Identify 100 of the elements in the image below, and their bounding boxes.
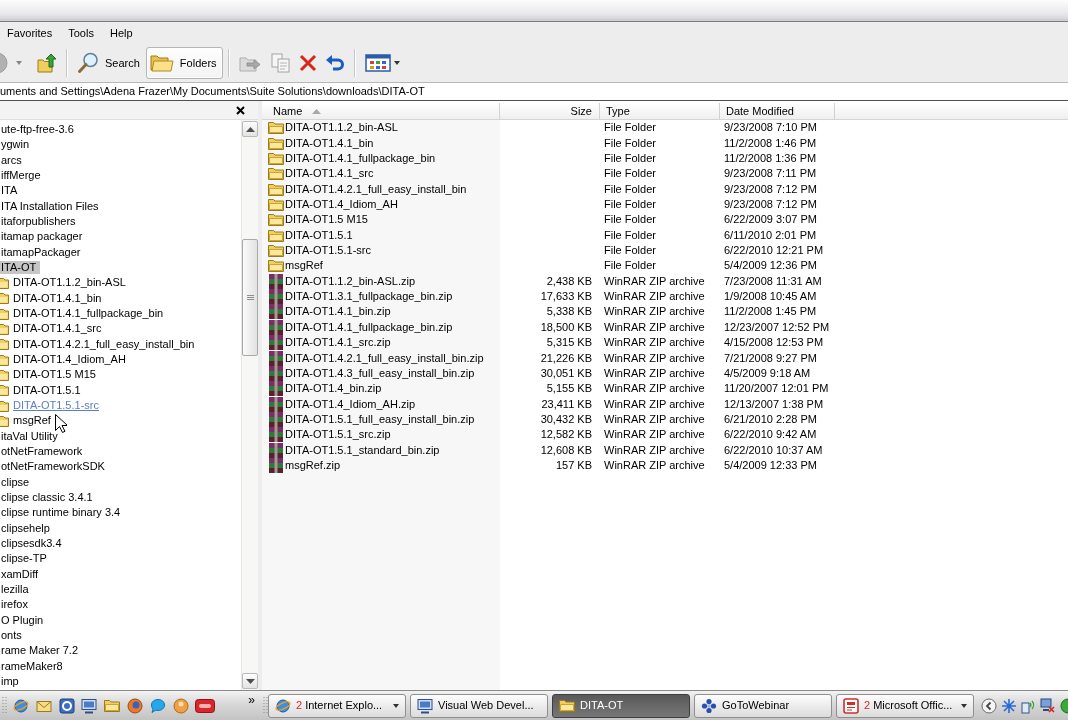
file-name[interactable]: DITA-OT1.4.1_bin.zip [285, 305, 391, 319]
file-name[interactable]: DITA-OT1.4_Idiom_AH.zip [285, 397, 415, 411]
up-arrow-icon [245, 126, 255, 132]
tree-item[interactable]: clipsehelp [0, 521, 51, 535]
tree-item[interactable]: DITA-OT1.4.1_fullpackage_bin [12, 307, 165, 321]
column-header[interactable]: Date Modified [720, 103, 835, 119]
file-name[interactable]: msgRef.zip [285, 459, 341, 473]
address-field[interactable]: uments and Settings\Adena Frazer\My Documents\Suite Solutions\downloads\DITA-OT [0, 82, 1068, 101]
file-name[interactable]: DITA-OT1.4.1_fullpackage_bin [285, 151, 436, 165]
folders-button[interactable]: Folders [145, 47, 223, 79]
quick-launch-overflow-button[interactable]: » [246, 694, 257, 707]
scrollbar-thumb[interactable] [242, 239, 258, 356]
tree-item[interactable]: rameMaker8 [0, 659, 64, 673]
tree-item[interactable]: rame Maker 7.2 [0, 644, 80, 658]
scroll-down-button[interactable] [242, 673, 258, 689]
tree-item[interactable]: ygwin [0, 138, 31, 152]
taskbar-button[interactable]: GoToWebinar [694, 693, 832, 718]
tree-item[interactable]: clipse-TP [0, 552, 48, 566]
file-name[interactable]: DITA-OT1.5.1_full_easy_install_bin.zip [285, 413, 475, 426]
tree-item[interactable]: DITA-OT1.4_Idiom_AH [12, 353, 127, 367]
tree-item[interactable]: otNetFramework [0, 445, 84, 459]
file-name[interactable]: DITA-OT1.4.2.1_full_easy_install_bin [285, 182, 467, 196]
menu-item[interactable]: Favorites [2, 24, 58, 42]
tree-item[interactable]: clipse [0, 475, 31, 489]
tree-item[interactable]: ute-ftp-free-3.6 [0, 123, 75, 137]
file-name[interactable]: DITA-OT1.5.1_standard_bin.zip [285, 443, 440, 457]
search-button[interactable]: Search [73, 47, 146, 79]
computer-icon[interactable] [1040, 698, 1055, 713]
tree-item[interactable]: msgRef [12, 414, 52, 428]
status-icon[interactable] [1060, 697, 1068, 714]
tree-item[interactable]: onts [0, 629, 23, 642]
file-size: 12,608 KB [540, 443, 592, 457]
label-icon[interactable] [195, 698, 216, 713]
tree-item[interactable]: lezilla [0, 583, 30, 596]
file-name[interactable]: DITA-OT1.4_Idiom_AH [285, 197, 398, 211]
column-header[interactable]: Type [600, 103, 720, 119]
tree-item[interactable]: DITA-OT1.4.1_src [12, 322, 103, 336]
chat-bubble-icon[interactable] [149, 697, 166, 714]
taskbar-button[interactable]: 2 Microsoft Offic... [836, 693, 974, 718]
tree-item[interactable]: DITA-OT1.5.1-src [12, 399, 100, 413]
tree-item[interactable]: itaVal Utility [0, 429, 59, 443]
file-name[interactable]: DITA-OT1.4.1_bin [285, 136, 374, 150]
file-name[interactable]: msgRef [285, 259, 323, 273]
chevron-circle-icon[interactable] [981, 697, 997, 714]
tree-item[interactable]: itamapPackager [0, 245, 82, 259]
monitor-icon[interactable] [81, 697, 98, 714]
file-name[interactable]: DITA-OT1.4_bin.zip [285, 382, 382, 396]
orb-icon[interactable] [127, 697, 143, 714]
taskbar-button[interactable]: DITA-OT [552, 693, 690, 718]
tree-item[interactable]: ITA Installation Files [0, 199, 100, 213]
folder-icon[interactable] [104, 699, 121, 712]
tree-item[interactable]: otNetFrameworkSDK [0, 460, 106, 474]
folder-icon [0, 307, 9, 320]
tree-item[interactable]: iffMerge [0, 169, 42, 183]
taskbar-button[interactable]: Visual Web Devel... [410, 693, 548, 718]
tree-item[interactable]: xamDiff [0, 567, 40, 581]
tree-item[interactable]: DITA-OT1.4.1_bin [12, 291, 103, 305]
file-size: 21,226 KB [540, 351, 592, 365]
file-name[interactable]: DITA-OT1.4.1_fullpackage_bin.zip [285, 320, 453, 334]
file-name[interactable]: DITA-OT1.4.2.1_full_easy_install_bin.zip [285, 351, 484, 365]
file-name[interactable]: DITA-OT1.4.1_src [285, 167, 374, 181]
tree-item[interactable]: ITA [0, 184, 19, 198]
ball-icon[interactable] [172, 697, 189, 714]
file-type: WinRAR ZIP archive [604, 290, 705, 304]
tree-item[interactable]: itaforpublishers [0, 215, 77, 229]
tree-item[interactable]: DITA-OT1.5.1 [12, 383, 82, 397]
tree-item[interactable]: arcs [0, 153, 23, 167]
tree-item[interactable]: DITA-OT1.5 M15 [12, 368, 97, 382]
file-name[interactable]: DITA-OT1.5.1 [285, 228, 353, 242]
file-name[interactable]: DITA-OT1.5.1-src [285, 244, 371, 258]
tree-item[interactable]: ITA-OT [0, 261, 41, 275]
menu-item[interactable]: Tools [63, 24, 99, 42]
file-size: 30,051 KB [540, 366, 592, 380]
tree-item[interactable]: irefox [0, 598, 29, 612]
close-icon[interactable] [236, 105, 245, 115]
tree-item[interactable]: DITA-OT1.1.2_bin-ASL [12, 276, 127, 290]
file-type: File Folder [604, 167, 656, 181]
file-name[interactable]: DITA-OT1.5.1_src.zip [285, 428, 391, 442]
file-name[interactable]: DITA-OT1.1.2_bin-ASL [285, 121, 398, 135]
tree-item[interactable]: clipse classic 3.4.1 [0, 491, 94, 505]
column-header[interactable]: Size [500, 103, 600, 119]
tree-item[interactable]: imp [0, 674, 20, 688]
tree-item[interactable]: itamap packager [0, 230, 84, 244]
file-name[interactable]: DITA-OT1.1.2_bin-ASL.zip [285, 274, 415, 288]
globe-icon[interactable] [13, 697, 29, 714]
file-name[interactable]: DITA-OT1.4.1_src.zip [285, 336, 391, 350]
snowflake-icon[interactable] [1002, 698, 1016, 713]
menu-item[interactable]: Help [104, 24, 138, 42]
scroll-up-button[interactable] [242, 121, 258, 137]
tree-item[interactable]: clipse runtime binary 3.4 [0, 506, 122, 520]
file-date: 6/22/2010 10:37 AM [724, 443, 823, 457]
tree-item[interactable]: DITA-OT1.4.2.1_full_easy_install_bin [12, 337, 196, 351]
file-name[interactable]: DITA-OT1.5 M15 [285, 213, 368, 227]
file-name[interactable]: DITA-OT1.3.1_fullpackage_bin.zip [285, 290, 453, 304]
tree-item[interactable]: O Plugin [0, 613, 45, 627]
file-name[interactable]: DITA-OT1.4.3_full_easy_install_bin.zip [285, 366, 475, 380]
app-tile-icon[interactable] [58, 697, 75, 714]
column-header[interactable]: Name [262, 103, 500, 119]
taskbar-button[interactable]: 2 Internet Explo... [268, 693, 406, 718]
tree-item[interactable]: clipsesdk3.4 [0, 537, 63, 550]
